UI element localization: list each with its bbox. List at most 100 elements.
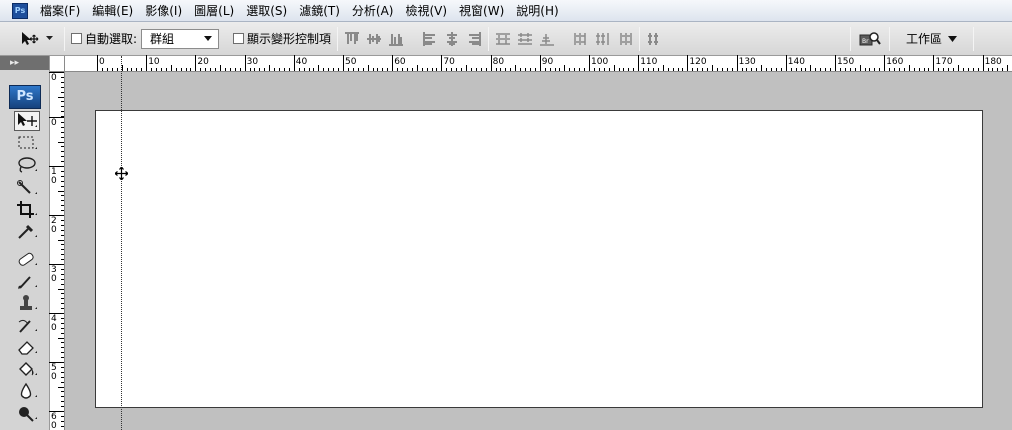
- ruler-minor-tick: [574, 68, 576, 71]
- ruler-minor-tick: [111, 68, 113, 71]
- auto-align-layers-button[interactable]: [646, 31, 662, 47]
- rectangular-marquee-button[interactable]: [14, 133, 40, 153]
- align-bottom-edges-button[interactable]: [388, 31, 404, 47]
- ruler-minor-tick: [953, 68, 955, 71]
- ruler-minor-tick: [239, 68, 241, 71]
- ruler-minor-tick: [352, 68, 354, 71]
- tool-preset-picker[interactable]: [14, 26, 58, 52]
- history-brush-button[interactable]: [14, 315, 40, 335]
- menu-item[interactable]: 分析(A): [346, 0, 400, 22]
- ruler-minor-tick: [136, 68, 138, 71]
- ruler-minor-tick: [712, 65, 713, 71]
- menu-item[interactable]: 檢視(V): [399, 0, 453, 22]
- align-top-edges-button[interactable]: [344, 31, 360, 47]
- horizontal-ruler[interactable]: 0 10 20 30 40 50 60 70 80 90 100 110 120 130 140 150 160…: [65, 55, 1012, 72]
- lasso-button[interactable]: [14, 155, 40, 175]
- workspace-menu-button[interactable]: 工作區: [896, 27, 967, 51]
- ruler-minor-tick: [618, 68, 620, 71]
- photoshop-logo[interactable]: Ps: [9, 85, 41, 109]
- clone-stamp-button[interactable]: [14, 293, 40, 313]
- vertical-guide[interactable]: [121, 56, 122, 430]
- ruler-minor-tick: [726, 68, 728, 71]
- menu-item[interactable]: 視窗(W): [453, 0, 510, 22]
- ruler-label: 180: [984, 57, 1002, 67]
- crop-button[interactable]: [14, 199, 40, 219]
- ruler-minor-tick: [633, 68, 635, 71]
- dodge-button[interactable]: [14, 403, 40, 423]
- paint-bucket-button[interactable]: [14, 359, 40, 379]
- clone-stamp-icon: [20, 295, 37, 310]
- distribute-left-button[interactable]: [573, 31, 589, 47]
- quick-selection-button[interactable]: [14, 178, 40, 198]
- checkbox-box[interactable]: [71, 33, 82, 44]
- ruler-label: 60: [51, 412, 57, 430]
- ruler-label: 160: [886, 57, 904, 67]
- menu-items: 檔案(F) 編輯(E) 影像(I) 圖層(L) 選取(S) 濾鏡(T) 分析(A) 檢視(V)…: [34, 0, 565, 22]
- ruler-minor-tick: [269, 65, 271, 71]
- ruler-minor-tick: [908, 65, 910, 71]
- rectangular-marquee-icon: [18, 136, 37, 149]
- ruler-minor-tick: [377, 68, 379, 71]
- ruler-label: 90: [541, 57, 554, 67]
- ruler-minor-tick: [61, 352, 64, 354]
- distribute-right-button[interactable]: [617, 31, 633, 47]
- eraser-button[interactable]: [14, 337, 40, 357]
- ruler-minor-tick: [992, 68, 994, 71]
- ruler-minor-tick: [628, 68, 630, 71]
- distribute-vcenter-button[interactable]: [517, 31, 533, 47]
- brush-button[interactable]: [14, 271, 40, 291]
- document-canvas[interactable]: [95, 110, 983, 408]
- align-right-edges-button[interactable]: [466, 31, 482, 47]
- ruler-minor-tick: [466, 65, 467, 71]
- crop-icon: [17, 201, 37, 218]
- spot-healing-button[interactable]: [14, 249, 40, 269]
- ruler-minor-tick: [61, 126, 64, 128]
- align-vertical-centers-button[interactable]: [366, 31, 382, 47]
- menu-item[interactable]: 編輯(E): [86, 0, 139, 22]
- distribute-top-icon: [496, 32, 511, 45]
- auto-select-dropdown[interactable]: 群組: [141, 28, 220, 49]
- ruler-minor-tick: [554, 68, 556, 71]
- options-separator: [973, 26, 974, 51]
- distribute-top-button[interactable]: [495, 31, 511, 47]
- vertical-ruler[interactable]: 0 0 10 20 30 40 50 60: [49, 72, 65, 430]
- canvas-area[interactable]: [66, 73, 1012, 430]
- menu-item[interactable]: 檔案(F): [34, 0, 86, 22]
- ruler-major-tick: [982, 55, 984, 71]
- auto-select-checkbox[interactable]: 自動選取:: [71, 30, 137, 47]
- ruler-origin[interactable]: [50, 56, 65, 72]
- ruler-minor-tick: [426, 68, 428, 71]
- menu-item[interactable]: 圖層(L): [188, 0, 240, 22]
- ruler-minor-tick: [731, 68, 733, 71]
- ruler-minor-tick: [805, 68, 807, 71]
- move-tool-button[interactable]: [14, 111, 40, 131]
- ruler-major-tick: [343, 55, 344, 71]
- distribute-bottom-button[interactable]: [539, 31, 555, 47]
- menu-item[interactable]: 影像(I): [139, 0, 188, 22]
- blur-button[interactable]: [14, 381, 40, 401]
- menu-item[interactable]: 選取(S): [240, 0, 293, 22]
- align-left-edges-button[interactable]: [422, 31, 438, 47]
- tools-panel-collapse-button[interactable]: ▸▸: [0, 56, 49, 70]
- ruler-label: 140: [787, 57, 805, 67]
- tools-panel: ▸▸ Ps: [0, 56, 50, 430]
- ruler-minor-tick: [402, 68, 404, 71]
- ruler-label: 50: [51, 363, 57, 382]
- ruler-minor-tick: [421, 68, 423, 71]
- align-horizontal-centers-button[interactable]: [444, 31, 460, 47]
- ruler-label: 70: [443, 57, 455, 67]
- ruler-minor-tick: [61, 151, 64, 153]
- quick-selection-icon: [17, 180, 37, 194]
- show-transform-controls-checkbox[interactable]: 顯示變形控制項: [233, 30, 331, 47]
- checkbox-box[interactable]: [233, 33, 245, 44]
- menu-item[interactable]: 濾鏡(T): [293, 0, 346, 22]
- ruler-minor-tick: [534, 68, 536, 71]
- ruler-minor-tick: [525, 68, 527, 71]
- menu-item[interactable]: 說明(H): [510, 0, 564, 22]
- photoshop-app-icon[interactable]: Ps: [12, 2, 28, 19]
- ruler-minor-tick: [61, 308, 64, 310]
- ruler-minor-tick: [308, 68, 310, 71]
- launch-bridge-button[interactable]: Br: [857, 28, 883, 50]
- distribute-hcenter-button[interactable]: [595, 31, 611, 47]
- eyedropper-button[interactable]: [14, 221, 40, 241]
